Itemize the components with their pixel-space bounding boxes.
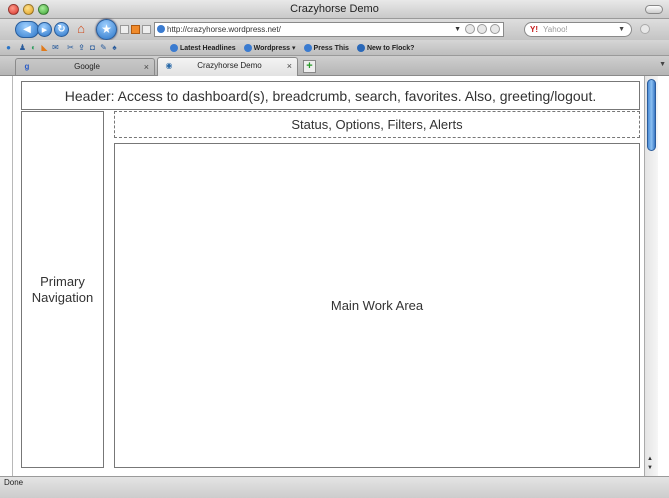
- forward-button[interactable]: ▶: [37, 22, 52, 37]
- bookmark-latest-headlines[interactable]: Latest Headlines: [170, 44, 236, 52]
- scrollbar-thumb[interactable]: [647, 79, 656, 151]
- bookmarks-toolbar: ● ♟ ◐ ◣ ✉ ✂ ⇪ ◘ ✎ ♠ Latest Headlines Wor…: [0, 40, 669, 56]
- window-title-bar: Crazyhorse Demo: [0, 0, 669, 19]
- forward-arrow-icon: ▶: [41, 27, 48, 34]
- vertical-scrollbar[interactable]: ▲ ▼: [644, 76, 658, 476]
- refresh-indicator-icon[interactable]: [490, 24, 500, 34]
- bookmark-links: Latest Headlines Wordpress ▾ Press This …: [170, 40, 414, 56]
- flock-icon[interactable]: ●: [4, 43, 13, 52]
- media-icon[interactable]: ◐: [29, 43, 38, 52]
- bookmark-globe-icon: [170, 44, 178, 52]
- back-arrow-icon: ◀: [23, 24, 31, 35]
- search-go-button[interactable]: [640, 24, 650, 34]
- close-tab-icon[interactable]: ×: [144, 59, 149, 75]
- minimize-window-button[interactable]: [23, 4, 34, 15]
- wireframe-primary-navigation: Primary Navigation: [21, 111, 104, 468]
- security-indicator-icon[interactable]: [477, 24, 487, 34]
- wireframe-header: Header: Access to dashboard(s), breadcru…: [21, 81, 640, 110]
- bookmark-globe-icon: [303, 44, 312, 52]
- url-field[interactable]: http://crazyhorse.wordpress.net/ ▼: [154, 22, 504, 37]
- tab-label: Crazyhorse Demo: [197, 61, 262, 70]
- search-small-icon[interactable]: [142, 25, 151, 34]
- bookmark-press-this[interactable]: Press This: [303, 44, 349, 52]
- search-placeholder: Yahoo!: [543, 25, 568, 34]
- bookmark-bird-icon: [356, 44, 365, 52]
- nav-label-line2: Navigation: [31, 289, 94, 305]
- scroll-up-arrow-icon[interactable]: ▲: [647, 456, 653, 462]
- page-icon[interactable]: [120, 25, 129, 34]
- window-title: Crazyhorse Demo: [290, 3, 379, 15]
- zoom-window-button[interactable]: [38, 4, 49, 15]
- status-bar: Done: [0, 476, 669, 498]
- tab-bar: g Google × ◉ Crazyhorse Demo × + ▼: [0, 56, 669, 76]
- reload-button[interactable]: ↻: [54, 22, 69, 37]
- navigation-toolbar: ◀ ▶ ↻ ⌂ ★ http://crazyhorse.wordpress.ne…: [0, 19, 669, 40]
- site-favicon-icon: [157, 25, 165, 33]
- feeds-icon[interactable]: ◣: [40, 43, 49, 52]
- url-dropdown-icon[interactable]: ▼: [454, 23, 461, 36]
- bookmark-folder-icon: [243, 44, 252, 52]
- home-button[interactable]: ⌂: [73, 21, 89, 37]
- google-favicon-icon: g: [24, 62, 30, 71]
- url-text: http://crazyhorse.wordpress.net/: [167, 25, 281, 34]
- tab-label: Google: [74, 62, 100, 71]
- people-icon[interactable]: ♟: [18, 43, 27, 52]
- bookmark-wordpress[interactable]: Wordpress ▾: [243, 44, 296, 52]
- favorites-icon[interactable]: ♠: [110, 43, 119, 52]
- close-tab-icon[interactable]: ×: [287, 58, 292, 74]
- feed-indicator-icon[interactable]: [465, 24, 475, 34]
- bookmark-new-to-flock[interactable]: New to Flock?: [356, 44, 414, 52]
- back-button[interactable]: ◀: [15, 21, 39, 38]
- uploader-icon[interactable]: ⇪: [77, 43, 86, 52]
- wireframe-status-options: Status, Options, Filters, Alerts: [114, 111, 640, 138]
- search-field[interactable]: Y! Yahoo! ▼: [524, 22, 632, 37]
- yahoo-logo-icon: Y!: [530, 25, 538, 34]
- toolbar-toggle-button[interactable]: [645, 5, 663, 14]
- home-icon: ⌂: [77, 21, 85, 36]
- tab-google[interactable]: g Google ×: [15, 58, 155, 75]
- nav-label-line1: Primary: [40, 273, 85, 289]
- tab-crazyhorse-demo[interactable]: ◉ Crazyhorse Demo ×: [157, 57, 298, 76]
- rss-icon[interactable]: [131, 25, 140, 34]
- blog-editor-icon[interactable]: ✎: [99, 43, 108, 52]
- close-window-button[interactable]: [8, 4, 19, 15]
- page-content: Header: Access to dashboard(s), breadcru…: [12, 76, 644, 476]
- web-clipboard-icon[interactable]: ✂: [66, 43, 75, 52]
- status-text: Done: [4, 478, 24, 487]
- star-icon: ★: [101, 22, 112, 36]
- new-tab-button[interactable]: +: [303, 60, 316, 73]
- accounts-icon[interactable]: ◘: [88, 43, 97, 52]
- wireframe-main-work-area: Main Work Area: [114, 143, 640, 468]
- tab-list-dropdown-icon[interactable]: ▼: [659, 61, 666, 68]
- scroll-down-arrow-icon[interactable]: ▼: [647, 465, 653, 471]
- mail-icon[interactable]: ✉: [51, 43, 60, 52]
- search-engine-dropdown-icon[interactable]: ▼: [618, 23, 625, 36]
- wordpress-favicon-icon: ◉: [165, 61, 173, 70]
- reload-icon: ↻: [57, 24, 66, 35]
- star-favorites-button[interactable]: ★: [96, 19, 117, 40]
